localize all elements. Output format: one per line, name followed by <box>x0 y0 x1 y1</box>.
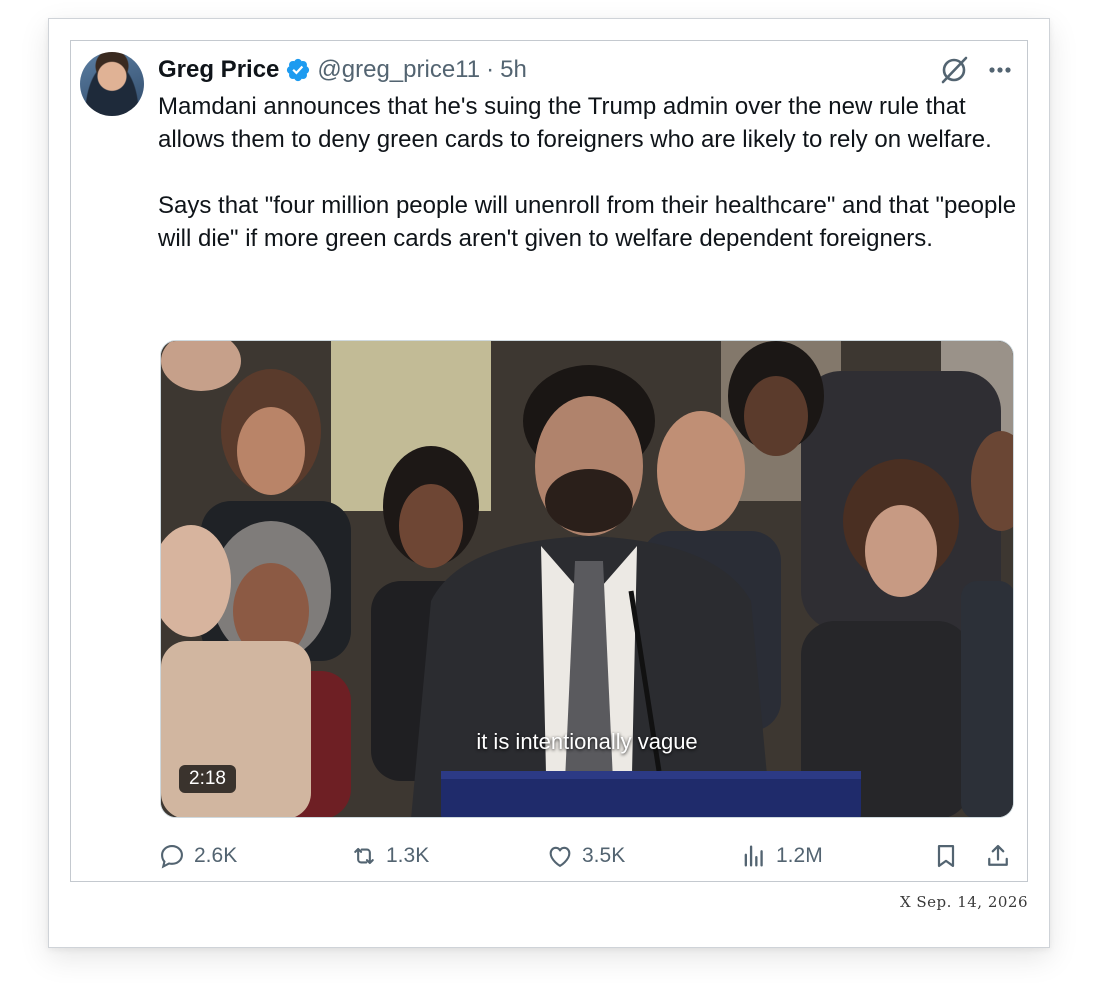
share-button[interactable] <box>984 838 1012 874</box>
repost-button[interactable]: 1.3K <box>350 838 429 874</box>
like-count: 3.5K <box>582 844 626 867</box>
video-player[interactable]: it is intentionally vague 2:18 <box>160 340 1014 818</box>
tweet-header: Greg Price @greg_price11 · 5h <box>158 54 527 86</box>
author-avatar[interactable] <box>80 52 144 116</box>
tweet-time[interactable]: 5h <box>500 56 527 84</box>
tweet-text: Mamdani announces that he's suing the Tr… <box>158 90 1018 255</box>
views-button[interactable]: 1.2M <box>740 838 823 874</box>
views-count: 1.2M <box>776 844 823 867</box>
repost-count: 1.3K <box>386 844 430 867</box>
reply-count: 2.6K <box>194 844 238 867</box>
video-duration: 2:18 <box>179 765 236 793</box>
header-separator: · <box>486 56 495 83</box>
more-icon[interactable] <box>984 56 1016 84</box>
video-caption: it is intentionally vague <box>476 729 698 754</box>
tweet-paragraph-1: Mamdani announces that he's suing the Tr… <box>158 93 992 153</box>
bookmark-button[interactable] <box>932 838 960 874</box>
author-handle[interactable]: @greg_price11 <box>317 56 480 84</box>
share-icon <box>988 844 1008 866</box>
bookmark-icon <box>937 844 955 868</box>
author-name[interactable]: Greg Price <box>158 56 279 84</box>
reply-button[interactable]: 2.6K <box>158 838 237 874</box>
like-icon <box>549 846 571 867</box>
repost-icon <box>354 847 374 865</box>
verified-badge-icon <box>285 57 311 83</box>
like-button[interactable]: 3.5K <box>546 838 625 874</box>
views-icon <box>744 845 763 867</box>
tweet-paragraph-2: Says that "four million people will unen… <box>158 192 1017 252</box>
tweet-actions: 2.6K 1.3K 3.5K 1.2M <box>158 838 1018 874</box>
grok-icon[interactable] <box>938 54 970 86</box>
date-stamp: X Sep. 14, 2026 <box>899 893 1028 911</box>
reply-icon <box>161 845 183 869</box>
